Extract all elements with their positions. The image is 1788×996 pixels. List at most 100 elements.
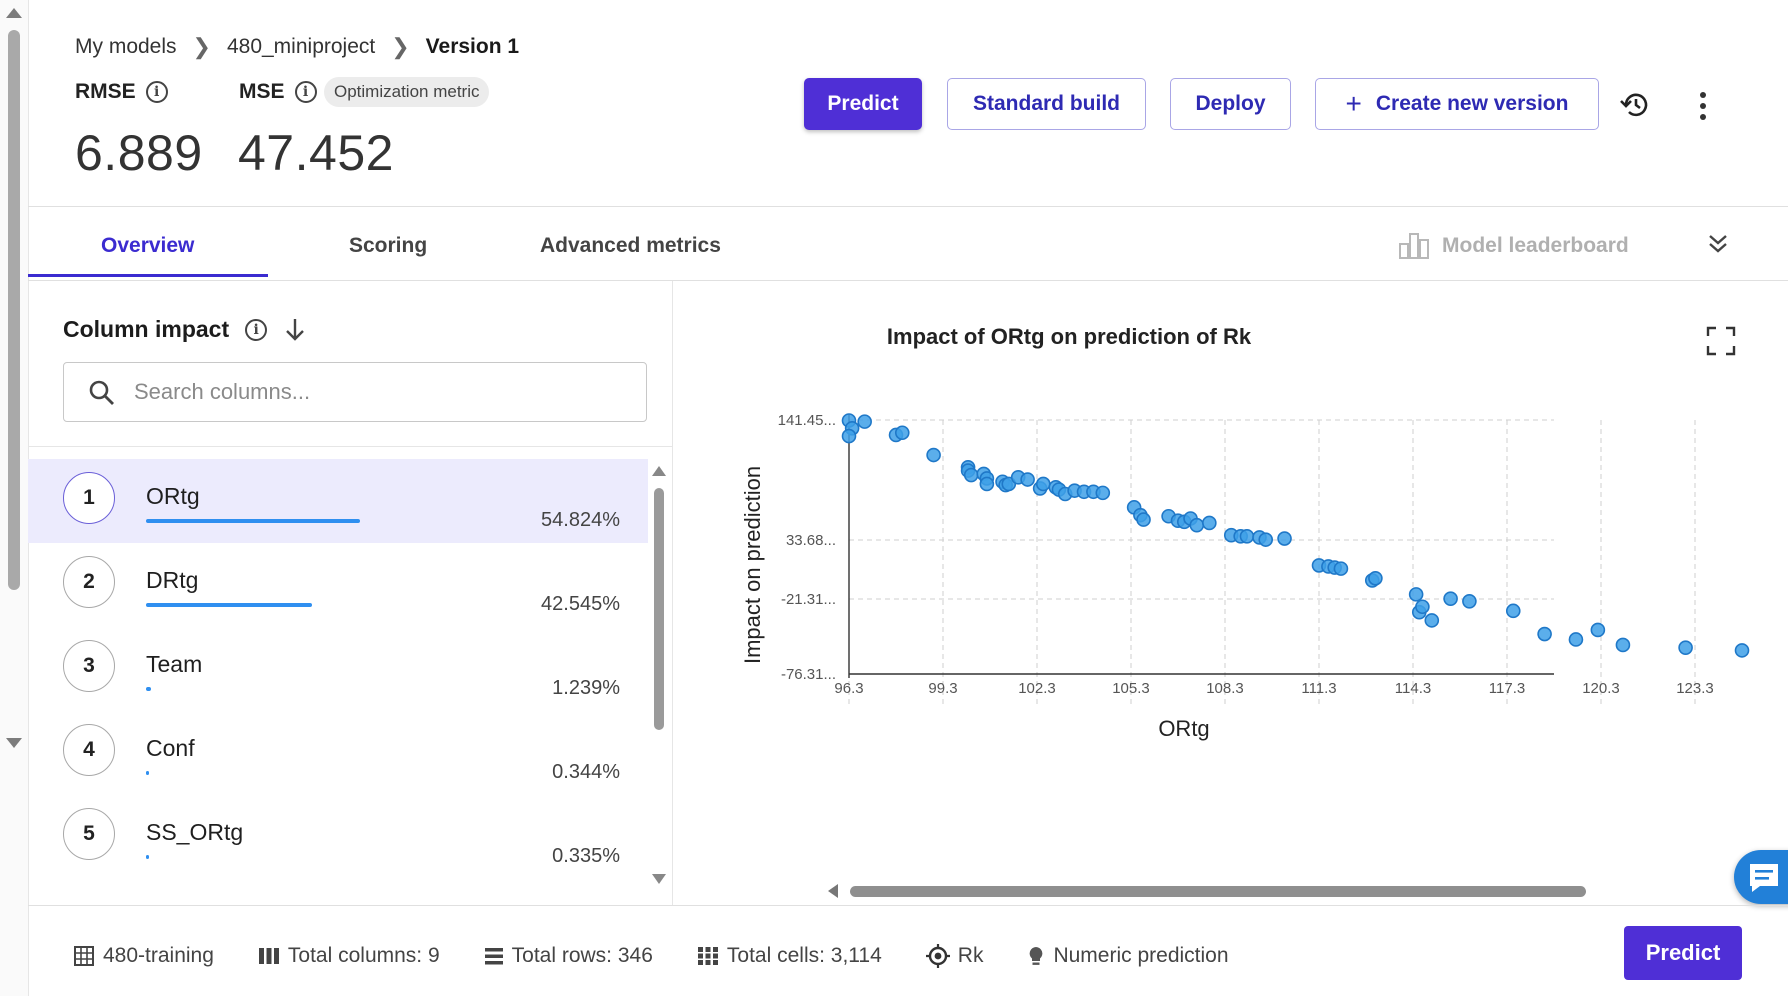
scatter-point[interactable] (1095, 485, 1111, 501)
x-tick-label: 123.3 (1676, 680, 1714, 697)
create-new-version-button[interactable]: + Create new version (1315, 78, 1599, 130)
column-impact-row[interactable]: 1 ORtg 54.824% (28, 459, 648, 543)
list-scrollbar[interactable] (652, 462, 666, 886)
column-name: SS_ORtg (146, 819, 244, 845)
standard-build-button[interactable]: Standard build (947, 78, 1146, 130)
scatter-point[interactable] (1505, 603, 1521, 619)
scatter-point[interactable] (963, 467, 979, 483)
y-tick-label: 141.45... (778, 412, 836, 429)
scatter-point[interactable] (1537, 626, 1552, 642)
impact-bar (146, 855, 149, 859)
page-scrollbar-thumb[interactable] (8, 30, 20, 590)
impact-percent: 0.335% (552, 845, 620, 867)
tab-overview[interactable]: Overview (101, 234, 194, 258)
y-tick-label: 33.68... (786, 532, 836, 549)
column-impact-row[interactable]: 4 Conf 0.344% (28, 711, 648, 795)
tab-advanced-metrics[interactable]: Advanced metrics (540, 234, 721, 258)
column-impact-row[interactable]: 2 DRtg 42.545% (28, 543, 648, 627)
scatter-point[interactable] (1443, 591, 1458, 606)
panel-divider (672, 281, 673, 905)
history-icon[interactable] (1618, 88, 1652, 122)
more-vertical-icon[interactable] (1700, 92, 1708, 125)
scroll-down-arrow[interactable] (6, 738, 22, 748)
footer-divider (28, 905, 1788, 906)
scatter-point[interactable] (1568, 632, 1584, 647)
scatter-point[interactable] (1277, 531, 1292, 546)
footer-predict-button[interactable]: Predict (1624, 926, 1742, 980)
create-new-version-label: Create new version (1375, 92, 1569, 115)
scatter-point[interactable] (1202, 515, 1217, 531)
header-divider (28, 206, 1788, 207)
x-tick-label: 120.3 (1582, 680, 1620, 697)
dataset-item[interactable]: 480-training (73, 944, 214, 968)
scatter-point[interactable] (841, 428, 857, 444)
search-columns-input[interactable] (132, 363, 636, 421)
scatter-point[interactable] (1734, 643, 1750, 658)
scatter-point[interactable] (1424, 613, 1440, 628)
x-tick-label: 114.3 (1395, 680, 1431, 697)
list-scroll-up-arrow[interactable] (652, 466, 666, 476)
impact-percent: 1.239% (552, 677, 620, 699)
chart-horizontal-scrollbar[interactable] (828, 884, 1586, 898)
scatter-point[interactable] (1189, 517, 1205, 533)
breadcrumb-my-models[interactable]: My models (75, 35, 177, 59)
scatter-point[interactable] (1239, 529, 1255, 544)
column-impact-row[interactable]: 3 Team 1.239% (28, 627, 648, 711)
scatter-point[interactable] (1136, 512, 1151, 527)
scatter-point[interactable] (894, 425, 910, 441)
deploy-button[interactable]: Deploy (1170, 78, 1291, 130)
chart-ticks: 141.45... 33.68... -21.31... -76.31...96.3 9… (778, 412, 1714, 697)
list-divider (28, 446, 672, 447)
info-icon[interactable]: i (145, 81, 168, 103)
lightbulb-icon (1030, 947, 1043, 965)
model-leaderboard-button[interactable]: Model leaderboard (1398, 232, 1629, 260)
list-scroll-down-arrow[interactable] (652, 874, 666, 884)
column-impact-row[interactable]: 5 SS_ORtg 0.335% (28, 795, 648, 879)
scroll-up-arrow[interactable] (6, 8, 22, 18)
scatter-point[interactable] (1415, 599, 1430, 615)
sort-arrow-down-icon[interactable] (283, 317, 307, 343)
scatter-point[interactable] (1333, 561, 1349, 576)
tabs-divider (670, 280, 1788, 281)
page-scrollbar[interactable] (0, 0, 29, 996)
x-tick-label: 99.3 (928, 680, 957, 697)
scatter-point[interactable] (979, 476, 995, 492)
info-icon[interactable]: i (245, 318, 268, 341)
scatter-point[interactable] (857, 414, 872, 429)
predict-button[interactable]: Predict (804, 78, 922, 130)
scatter-point[interactable] (1020, 472, 1035, 487)
impact-bar (146, 771, 149, 775)
scatter-point[interactable] (1408, 587, 1424, 602)
column-name: ORtg (146, 483, 200, 509)
chat-button[interactable] (1734, 850, 1788, 904)
expand-icon[interactable] (1706, 326, 1736, 356)
scatter-point[interactable] (1615, 637, 1631, 653)
scatter-point[interactable] (1035, 476, 1051, 492)
scatter-point[interactable] (1258, 532, 1274, 547)
rmse-label-text: RMSE (75, 80, 136, 103)
breadcrumb: My models ❯ 480_miniproject ❯ Version 1 (75, 34, 519, 60)
rank-badge: 1 (63, 472, 115, 524)
list-scrollbar-thumb[interactable] (654, 488, 664, 730)
model-leaderboard-label: Model leaderboard (1442, 234, 1629, 257)
impact-bar (146, 519, 360, 523)
info-icon[interactable]: i (294, 81, 317, 103)
x-tick-label: 96.3 (834, 680, 863, 697)
double-chevron-down-icon[interactable] (1706, 232, 1730, 256)
rmse-value: 6.889 (75, 125, 203, 181)
scatter-point[interactable] (1462, 594, 1477, 609)
breadcrumb-project[interactable]: 480_miniproject (227, 35, 375, 59)
tab-scoring[interactable]: Scoring (349, 234, 427, 258)
chart-scrollbar-thumb[interactable] (850, 886, 1586, 897)
column-name: Team (146, 651, 203, 677)
scatter-point[interactable] (1678, 640, 1693, 655)
scatter-point[interactable] (926, 447, 941, 463)
impact-percent: 42.545% (541, 593, 620, 615)
impact-scatter-chart: Impact of ORtg on prediction of Rk Impac… (740, 324, 1750, 741)
scatter-point[interactable] (1368, 570, 1383, 586)
dataset-info-bar: 480-training Total columns: 9 Total rows… (73, 944, 1273, 968)
scroll-left-arrow[interactable] (828, 884, 838, 898)
search-columns-field[interactable] (63, 362, 647, 422)
columns-icon (258, 948, 279, 964)
scatter-point[interactable] (1590, 622, 1606, 638)
